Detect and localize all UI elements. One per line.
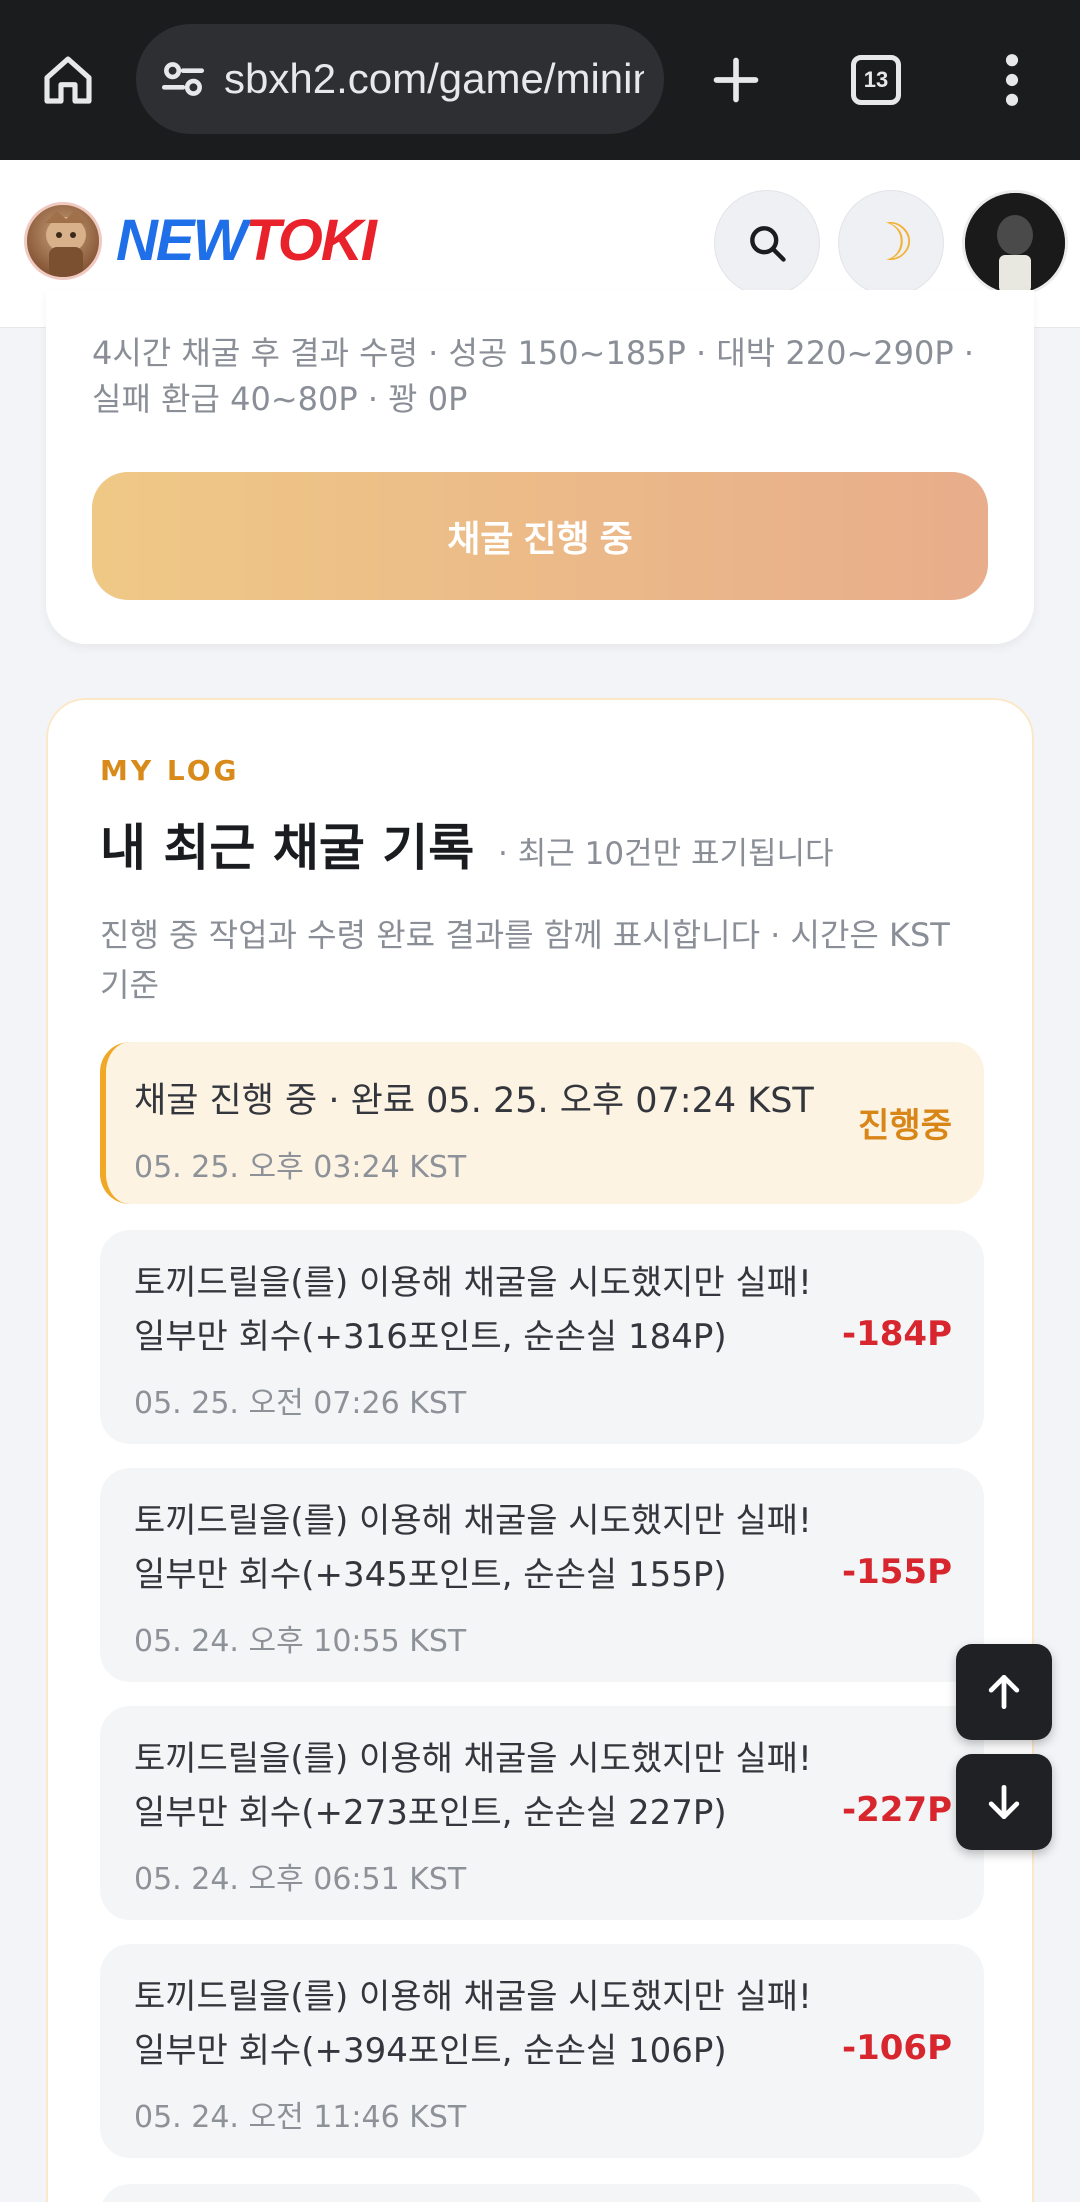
scroll-top-button[interactable] [956,1644,1052,1740]
entry-points-value: -106P [841,2028,952,2068]
logo-mascot-image[interactable] [24,202,102,280]
entry-time: 05. 24. 오후 06:51 KST [134,1862,467,1897]
entry-time: 05. 25. 오전 07:26 KST [134,1386,467,1421]
site-logo[interactable]: NEWTOKI [116,206,377,276]
log-entry-active[interactable]: 채굴 진행 중 · 완료 05. 25. 오후 07:24 KST 05. 25… [100,1042,984,1204]
log-entry[interactable]: 토끼드릴을(를) 이용해 채굴을 시도했지만 실패! 일부만 회수(+345포인… [100,1468,984,1682]
theme-toggle-button[interactable]: ☽ [838,190,944,296]
new-tab-button[interactable] [696,40,776,120]
logo-part-toki: TOKI [245,208,376,273]
entry-points-value: -184P [841,1314,952,1354]
entry-time: 05. 24. 오후 10:55 KST [134,1624,467,1659]
more-vert-icon [1005,54,1019,106]
entry-time: 05. 24. 오전 11:46 KST [134,2100,467,2135]
entry-time: 05. 25. 오후 03:24 KST [134,1150,467,1185]
address-bar[interactable]: sbxh2.com/game/mining [136,24,664,134]
tab-switcher-button[interactable]: 13 [836,44,916,116]
tabs-icon: 13 [851,55,901,105]
log-description: 진행 중 작업과 수령 완료 결과를 함께 표시합니다 · 시간은 KST 기준 [100,916,950,1004]
entry-points-value: -155P [841,1552,952,1592]
log-entry[interactable]: 토끼드릴을(를) 이용해 채굴을 시도했지만 실패! 일부만 회수(+316포인… [100,1230,984,1444]
search-icon [750,226,786,262]
log-entry[interactable]: 토끼드릴을(를) 이용해 채굴을 시도했지만 실패! 일부만 회수(+273포인… [100,1706,984,1920]
mining-in-progress-button[interactable]: 채굴 진행 중 [92,472,988,600]
user-avatar-button[interactable] [962,190,1068,296]
log-eyebrow: MY LOG [100,754,240,787]
entry-title: 토끼드릴을(를) 이용해 채굴을 시도했지만 실패! 일부만 회수(+394포인… [134,1977,812,2071]
log-title: 내 최근 채굴 기록 [100,819,475,877]
entry-title: 채굴 진행 중 · 완료 05. 25. 오후 07:24 KST [134,1081,814,1121]
avatar [965,193,1065,293]
arrow-down-icon [988,1784,1020,1820]
entry-title: 토끼드릴을(를) 이용해 채굴을 시도했지만 실패! 일부만 회수(+273포인… [134,1739,812,1833]
mining-rules-text: 4시간 채굴 후 결과 수령 · 성공 150~185P · 대박 220~29… [92,334,975,418]
url-text[interactable]: sbxh2.com/game/mining [224,52,644,106]
scroll-bottom-button[interactable] [956,1754,1052,1850]
log-entry[interactable]: 토끼드릴을(를) 이용해 채굴을 시도했지만 실패! 일부만 회수(+394포인… [100,1944,984,2158]
logo-part-new: NEW [116,208,247,273]
browser-toolbar: sbxh2.com/game/mining 13 [0,0,1080,160]
site-settings-icon[interactable] [158,54,208,104]
entry-points-value: -227P [841,1790,952,1830]
entry-status-badge: 진행중 [858,1106,952,1146]
my-log-card: MY LOG 내 최근 채굴 기록 · 최근 10건만 표기됩니다 진행 중 작… [46,698,1034,2202]
home-button[interactable] [28,40,108,120]
plus-icon [713,57,759,103]
entry-title: 토끼드릴을(를) 이용해 채굴을 시도했지만 실패! 일부만 회수(+345포인… [134,1501,812,1595]
search-button[interactable] [714,190,820,296]
mining-status-card: 4시간 채굴 후 결과 수령 · 성공 150~185P · 대박 220~29… [46,290,1034,644]
entry-title: 토끼드릴을(를) 이용해 채굴을 시도했지만 실패! 일부만 회수(+316포인… [134,1263,812,1357]
home-icon [44,56,92,104]
browser-menu-button[interactable] [972,40,1052,120]
log-entry-partial[interactable] [100,2184,984,2202]
log-subnote: · 최근 10건만 표기됩니다 [498,836,834,872]
arrow-up-icon [988,1674,1020,1710]
moon-icon: ☽ [867,213,915,273]
